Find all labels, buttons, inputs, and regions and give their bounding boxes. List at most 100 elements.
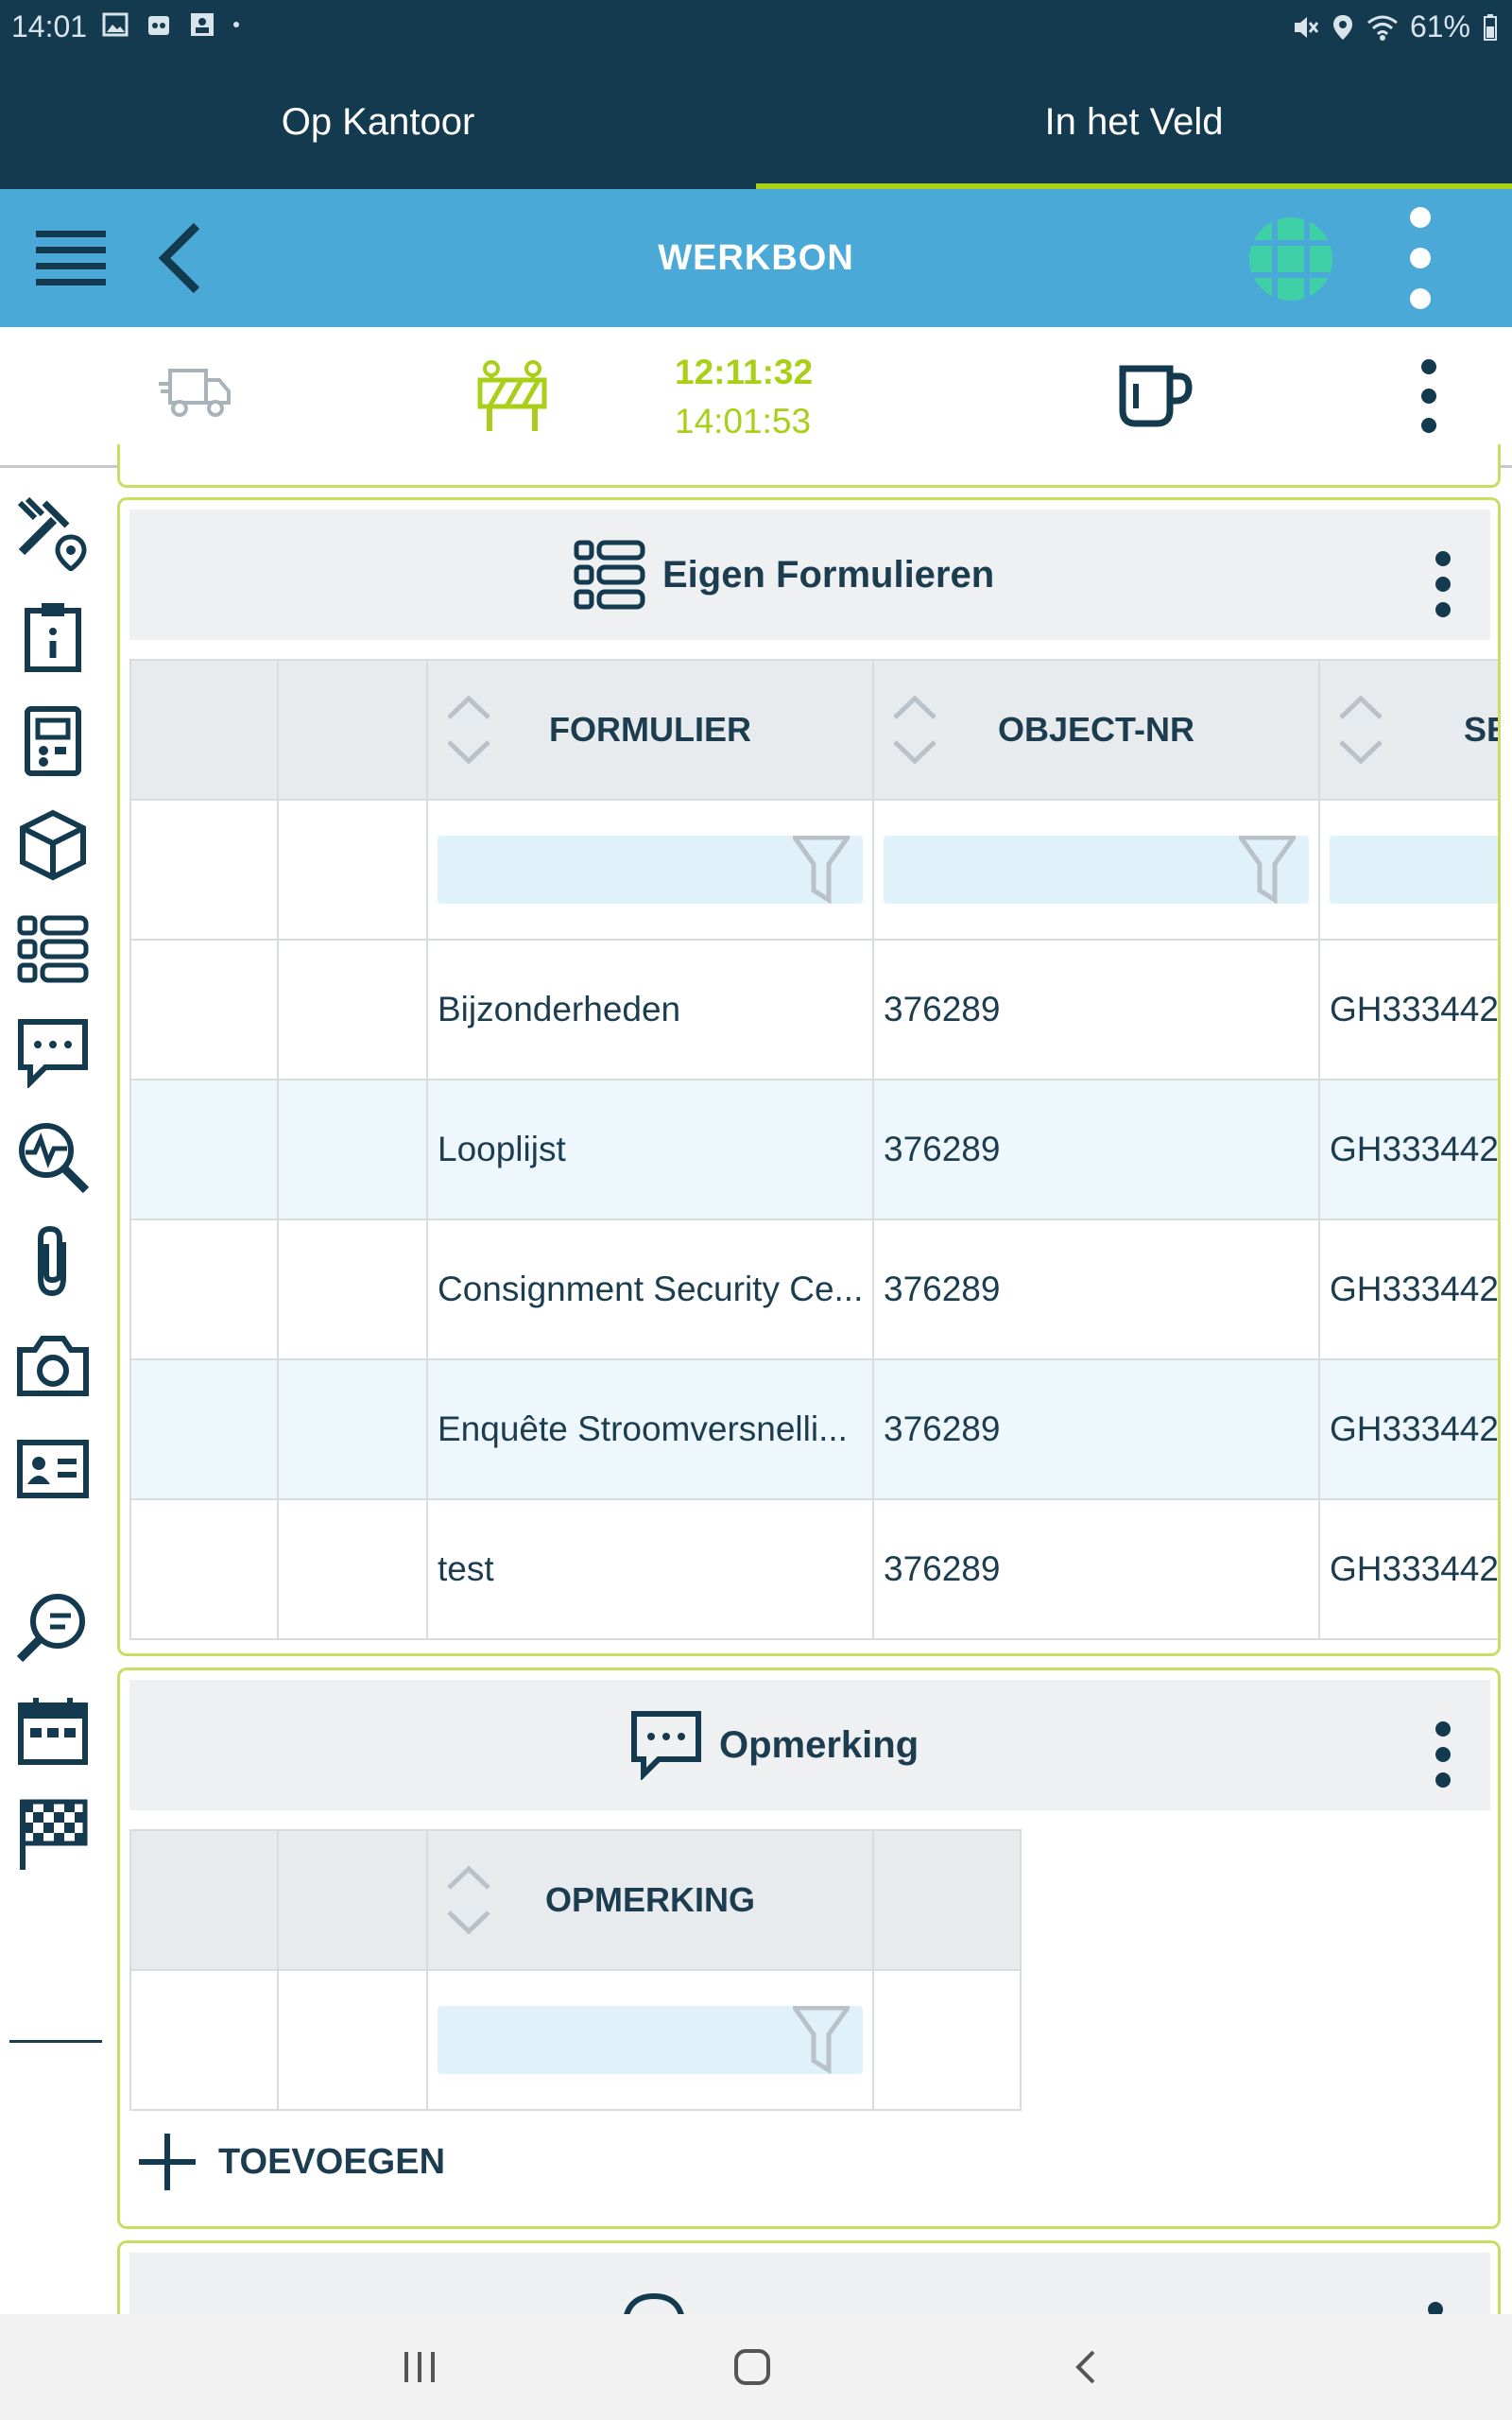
list-icon xyxy=(17,915,89,983)
chat-bubble-icon xyxy=(18,1019,88,1088)
sidebar-item-finish[interactable] xyxy=(11,1792,94,1876)
column-header-opmerking[interactable]: OPMERKING xyxy=(426,1829,874,1971)
recent-apps-button[interactable] xyxy=(344,2314,495,2420)
start-time: 12:11:32 xyxy=(675,353,814,391)
more-vertical-icon xyxy=(1421,359,1436,433)
app-notification-icon xyxy=(148,16,169,35)
menu-button[interactable] xyxy=(28,217,113,302)
cube-icon xyxy=(20,809,86,881)
remark-card-header: Opmerking xyxy=(129,1680,1490,1810)
sidebar-item-attachments[interactable] xyxy=(11,1219,94,1303)
cell-formulier: Consignment Security Ce... xyxy=(438,1270,864,1308)
forms-card: Eigen Formulieren FORMULIER OBJECT-NR SE xyxy=(117,497,1501,1656)
cell-formulier: Looplijst xyxy=(438,1130,566,1168)
filter-row xyxy=(129,1969,1022,2111)
system-back-button[interactable] xyxy=(1009,2314,1160,2420)
table-row[interactable]: Bijzonderheden 376289 GH333442 xyxy=(129,939,1499,1080)
filter-row xyxy=(129,799,1498,941)
filter-icon[interactable] xyxy=(1239,836,1296,904)
filter-input-se[interactable] xyxy=(1330,836,1498,904)
cell-se: GH333442 xyxy=(1330,1549,1499,1588)
column-header-se[interactable]: SE xyxy=(1318,659,1498,801)
sort-icon[interactable] xyxy=(891,693,938,767)
filter-icon[interactable] xyxy=(793,836,850,904)
cell-object-nr: 376289 xyxy=(884,1549,1001,1588)
more-vertical-icon xyxy=(1410,207,1431,309)
sidebar-item-calendar[interactable] xyxy=(11,1688,94,1772)
hamburger-menu-icon xyxy=(36,231,106,285)
travel-button[interactable] xyxy=(157,365,232,426)
chevron-left-icon xyxy=(1075,2350,1095,2384)
cell-object-nr: 376289 xyxy=(884,1409,1001,1448)
table-row[interactable]: Enquête Stroomversnelli... 376289 GH3334… xyxy=(129,1358,1498,1500)
dot-icon xyxy=(233,22,239,27)
sidebar-item-package[interactable] xyxy=(11,804,94,887)
cell-formulier: test xyxy=(438,1549,494,1588)
column-header-formulier[interactable]: FORMULIER xyxy=(426,659,874,801)
home-icon xyxy=(734,2349,770,2385)
filter-input-formulier[interactable] xyxy=(438,836,863,904)
tab-in-het-veld[interactable]: In het Veld xyxy=(756,55,1512,189)
status-bar: 14:01 61% xyxy=(0,0,1512,55)
battery-percentage: 61% xyxy=(1409,9,1470,43)
more-vertical-icon[interactable] xyxy=(1434,1721,1452,1788)
status-time: 14:01 xyxy=(11,9,88,43)
column-header-object-nr[interactable]: OBJECT-NR xyxy=(872,659,1320,801)
sidebar-item-device[interactable] xyxy=(11,700,94,783)
sidebar-item-clipboard[interactable] xyxy=(11,596,94,679)
contact-card-icon xyxy=(17,1440,89,1498)
sort-icon[interactable] xyxy=(445,693,492,767)
table-header-row: FORMULIER OBJECT-NR SE xyxy=(129,659,1498,801)
sidebar-item-tools-location[interactable] xyxy=(11,492,94,575)
sidebar-item-diagnostics[interactable] xyxy=(11,1115,94,1199)
remark-table: OPMERKING xyxy=(129,1829,1022,2111)
filter-input-opmerking[interactable] xyxy=(438,2006,863,2074)
work-button[interactable] xyxy=(476,359,548,440)
tab-op-kantoor[interactable]: Op Kantoor xyxy=(0,55,756,189)
forms-card-title: Eigen Formulieren xyxy=(662,553,995,596)
cell-object-nr: 376289 xyxy=(884,1130,1001,1168)
sidebar-item-search-forms[interactable] xyxy=(11,1584,94,1668)
sidebar-item-contact[interactable] xyxy=(11,1427,94,1511)
header-cell-empty xyxy=(277,659,428,801)
add-remark-button[interactable]: TOEVOEGEN xyxy=(139,2134,445,2190)
chat-bubble-icon xyxy=(631,1711,701,1780)
filter-icon[interactable] xyxy=(793,2006,850,2074)
roadblock-icon xyxy=(477,360,547,431)
search-pulse-icon xyxy=(19,1123,90,1194)
mute-icon xyxy=(1294,16,1319,38)
cell-se: GH333442 xyxy=(1330,990,1499,1028)
previous-section-card xyxy=(117,444,1501,488)
home-button[interactable] xyxy=(677,2314,828,2420)
cell-formulier: Bijzonderheden xyxy=(438,990,681,1028)
wifi-icon xyxy=(1367,15,1398,41)
time-display: 12:11:32 14:01:53 xyxy=(675,348,813,446)
sort-icon[interactable] xyxy=(445,1863,492,1937)
table-row[interactable]: test 376289 GH333442 xyxy=(129,1498,1499,1640)
back-button[interactable] xyxy=(142,216,217,301)
remark-card: Opmerking OPMERKING TOEVOEGEN xyxy=(117,1668,1501,2229)
calendar-icon xyxy=(18,1698,88,1765)
more-vertical-icon[interactable] xyxy=(1434,551,1452,617)
table-row[interactable]: Looplijst 376289 GH333442 xyxy=(129,1079,1499,1220)
cell-se: GH333442 xyxy=(1330,1130,1499,1168)
filter-input-object-nr[interactable] xyxy=(884,836,1309,904)
cell-object-nr: 376289 xyxy=(884,990,1001,1028)
sidebar-item-forms[interactable] xyxy=(11,908,94,991)
globe-button[interactable] xyxy=(1244,212,1338,306)
toolbar-more-button[interactable] xyxy=(1418,357,1440,440)
sidebar-item-camera[interactable] xyxy=(11,1323,94,1407)
appbar-more-button[interactable] xyxy=(1389,204,1452,312)
sidebar-divider xyxy=(9,2040,102,2043)
forms-card-header: Eigen Formulieren xyxy=(129,510,1490,640)
globe-icon xyxy=(1249,217,1332,301)
next-section-card xyxy=(117,2240,1501,2325)
location-icon xyxy=(1332,14,1352,40)
table-row[interactable]: Consignment Security Ce... 376289 GH3334… xyxy=(129,1219,1499,1360)
break-button[interactable] xyxy=(1117,363,1193,434)
search-document-icon xyxy=(16,1594,85,1663)
list-icon xyxy=(574,540,645,610)
sidebar-item-comments[interactable] xyxy=(11,1011,94,1095)
sort-icon[interactable] xyxy=(1337,693,1384,767)
cell-se: GH333442 xyxy=(1330,1270,1499,1308)
